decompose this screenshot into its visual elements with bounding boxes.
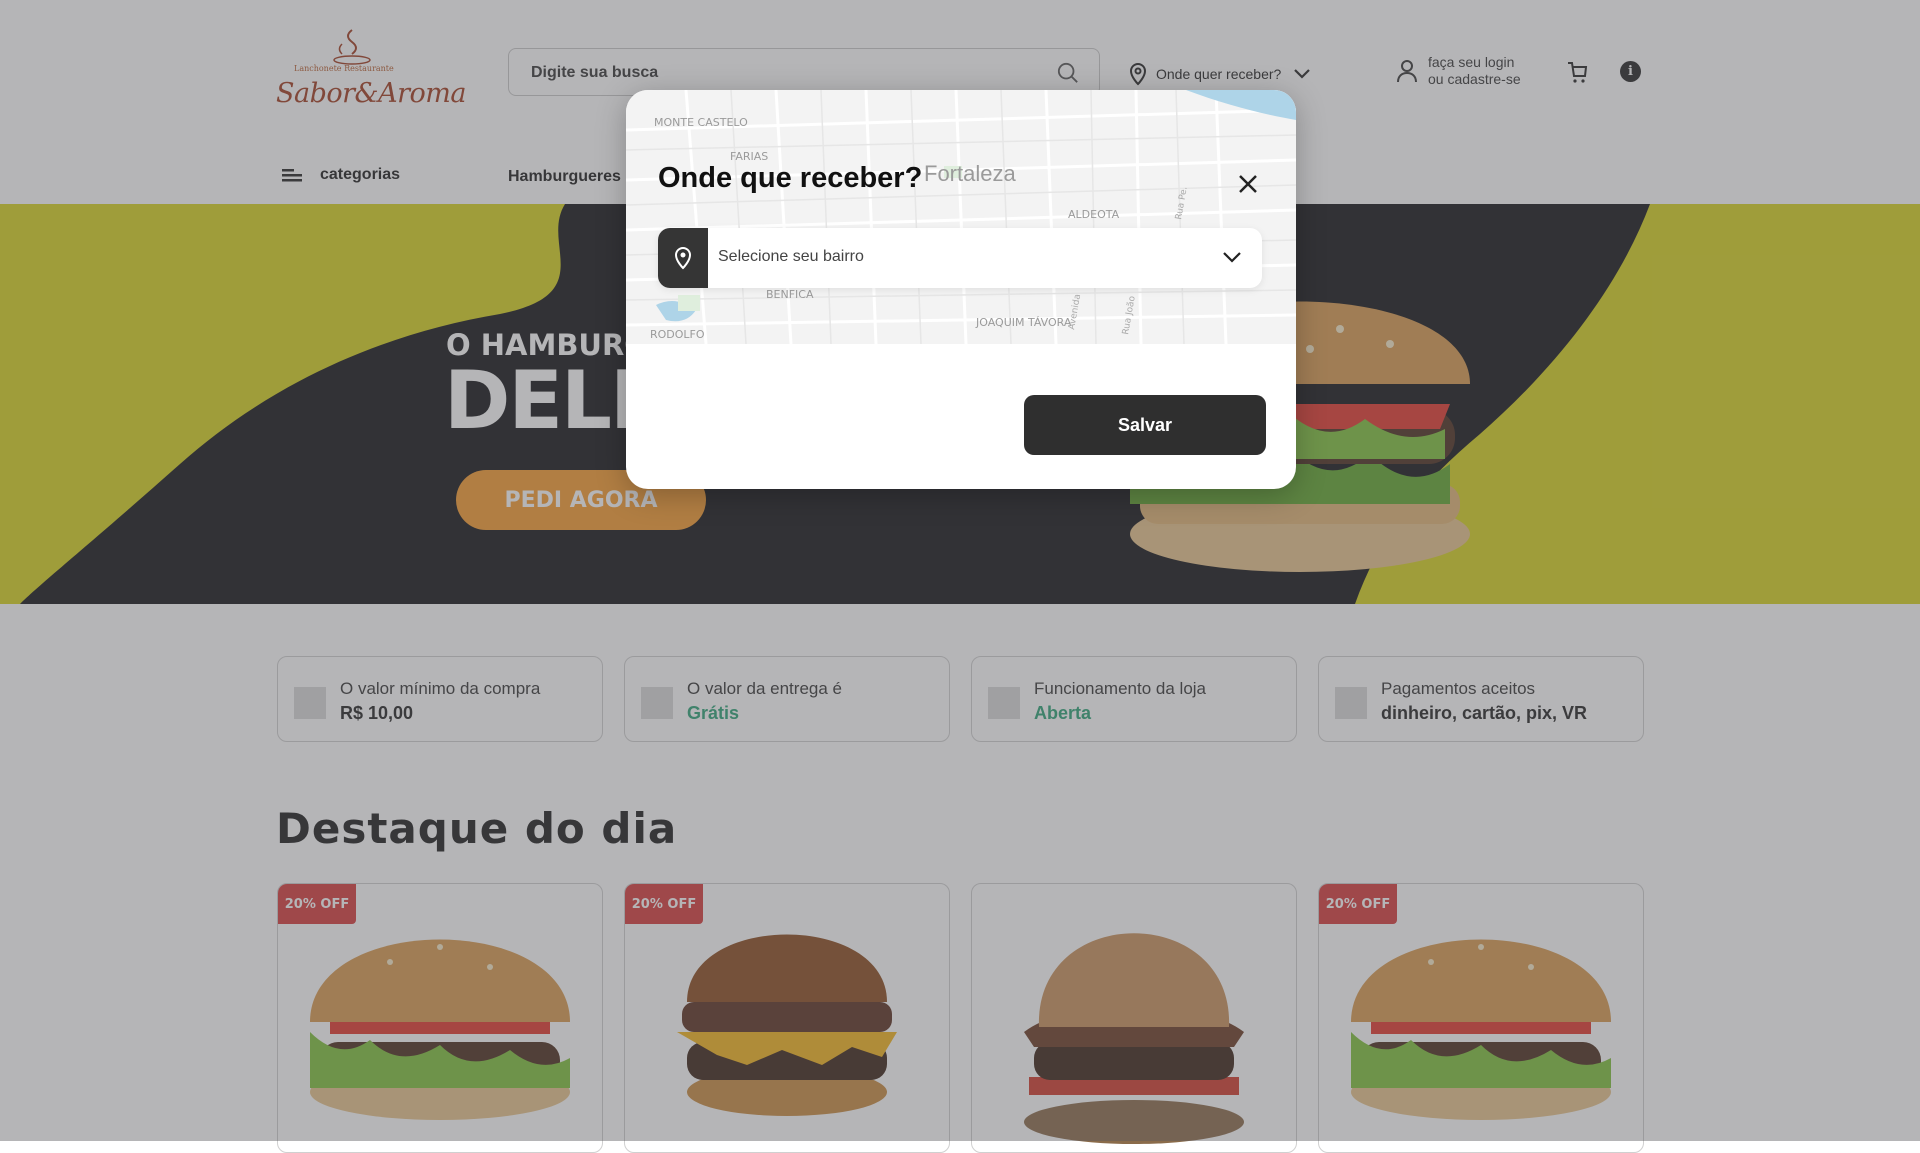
delivery-location-modal: MONTE CASTELO FARIAS BENFICA RODOLFO ALD… — [626, 90, 1296, 489]
neighborhood-select-placeholder: Selecione seu bairro — [718, 248, 864, 265]
save-button[interactable]: Salvar — [1024, 395, 1266, 455]
map-pin-icon — [658, 228, 708, 288]
map-label: RODOLFO — [650, 328, 705, 341]
neighborhood-select[interactable]: Selecione seu bairro — [658, 228, 1262, 288]
map-label: BENFICA — [766, 288, 814, 301]
chevron-down-icon — [1223, 252, 1241, 263]
map-background: MONTE CASTELO FARIAS BENFICA RODOLFO ALD… — [626, 90, 1296, 344]
modal-city: Fortaleza — [924, 161, 1016, 186]
map-label: MONTE CASTELO — [654, 116, 748, 129]
map-label: JOAQUIM TÁVORA — [975, 316, 1072, 329]
map-label: ALDEOTA — [1068, 208, 1120, 221]
close-icon[interactable] — [1234, 170, 1262, 198]
modal-title: Onde que receber? — [658, 162, 923, 194]
